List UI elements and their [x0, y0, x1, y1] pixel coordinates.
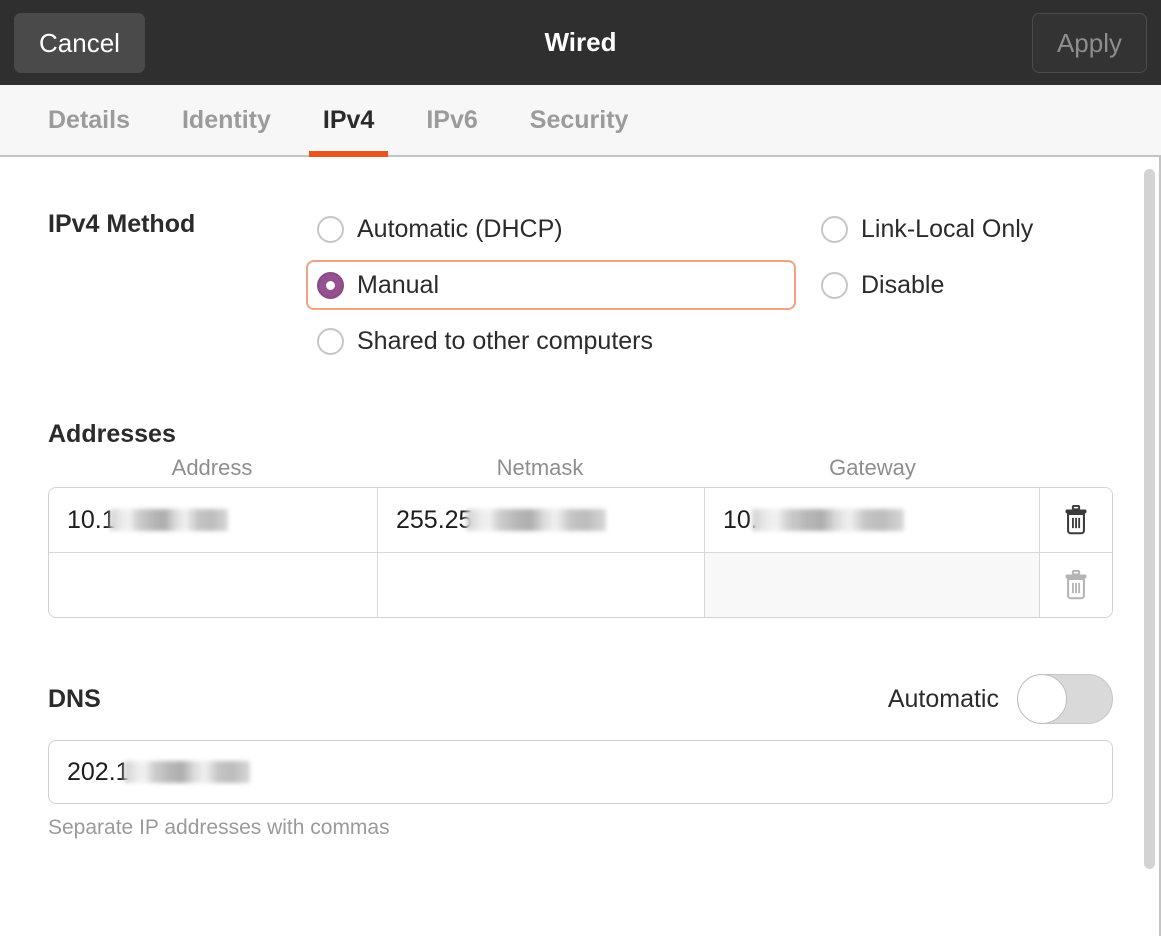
- column-header-gateway: Gateway: [829, 455, 916, 480]
- ipv4-method-section: IPv4 Method Automatic (DHCP) Manual Shar…: [48, 157, 1113, 372]
- addresses-section-title: Addresses: [48, 420, 176, 448]
- gateway-input-row-2[interactable]: [705, 553, 1040, 617]
- scrollbar-thumb[interactable]: [1144, 169, 1155, 869]
- radio-option-shared[interactable]: Shared to other computers: [306, 316, 664, 366]
- column-header-netmask: Netmask: [496, 455, 584, 480]
- header-bar: Cancel Wired Apply: [0, 0, 1161, 85]
- tab-ipv6[interactable]: IPv6: [400, 85, 503, 155]
- radio-label-disable: Disable: [861, 270, 945, 299]
- dns-section-title: DNS: [48, 684, 101, 713]
- tab-identity[interactable]: Identity: [156, 85, 297, 155]
- apply-button[interactable]: Apply: [1031, 12, 1147, 73]
- radio-option-disable[interactable]: Disable: [810, 260, 955, 310]
- dns-automatic-label: Automatic: [887, 684, 999, 713]
- table-row: 10.1 255.25 10.: [49, 488, 1112, 553]
- netmask-value-row-1: 255.25: [396, 505, 473, 534]
- radio-circle-icon: [317, 215, 344, 243]
- radio-label-manual: Manual: [357, 270, 439, 299]
- radio-circle-icon: [317, 327, 344, 355]
- cancel-button[interactable]: Cancel: [14, 12, 145, 73]
- radio-circle-selected-icon: [317, 271, 344, 299]
- dns-hint-text: Separate IP addresses with commas: [48, 816, 390, 839]
- radio-label-shared: Shared to other computers: [357, 326, 653, 355]
- netmask-input-row-1[interactable]: 255.25: [378, 488, 705, 552]
- address-input-row-2[interactable]: [49, 553, 378, 617]
- tab-details[interactable]: Details: [22, 85, 156, 155]
- dns-automatic-toggle[interactable]: [1017, 674, 1113, 724]
- dns-servers-value: 202.1: [67, 757, 130, 786]
- toggle-knob: [1017, 674, 1067, 724]
- address-value-row-1: 10.1: [67, 505, 116, 534]
- dns-section-header: DNS Automatic: [48, 674, 1113, 724]
- ipv4-settings-panel: IPv4 Method Automatic (DHCP) Manual Shar…: [0, 157, 1161, 936]
- column-header-address: Address: [171, 455, 253, 480]
- dns-servers-input[interactable]: 202.1: [48, 740, 1113, 804]
- radio-label-automatic-dhcp: Automatic (DHCP): [357, 214, 563, 243]
- addresses-column-headers: Address Netmask Gateway: [48, 455, 1113, 487]
- gateway-input-row-1[interactable]: 10.: [705, 488, 1040, 552]
- page-title: Wired: [544, 27, 617, 57]
- addresses-table: 10.1 255.25 10.: [48, 487, 1113, 618]
- radio-option-manual[interactable]: Manual: [306, 260, 796, 310]
- redaction-overlay: [109, 509, 228, 531]
- redaction-overlay: [751, 509, 904, 531]
- tab-security[interactable]: Security: [504, 85, 655, 155]
- netmask-input-row-2[interactable]: [378, 553, 705, 617]
- delete-address-button-row-2[interactable]: [1040, 553, 1112, 617]
- radio-circle-icon: [821, 271, 848, 299]
- tab-bar: Details Identity IPv4 IPv6 Security: [0, 85, 1161, 157]
- redaction-overlay: [466, 509, 607, 531]
- table-row: [49, 553, 1112, 617]
- trash-icon: [1065, 570, 1087, 600]
- trash-icon: [1065, 505, 1087, 535]
- ipv4-method-label: IPv4 Method: [48, 210, 196, 238]
- redaction-overlay: [123, 761, 250, 783]
- radio-option-automatic-dhcp[interactable]: Automatic (DHCP): [306, 204, 574, 254]
- vertical-scrollbar[interactable]: [1144, 169, 1155, 936]
- delete-address-button-row-1[interactable]: [1040, 488, 1112, 552]
- tab-ipv4[interactable]: IPv4: [297, 85, 400, 157]
- address-input-row-1[interactable]: 10.1: [49, 488, 378, 552]
- radio-circle-icon: [821, 215, 848, 243]
- radio-label-link-local-only: Link-Local Only: [861, 214, 1034, 243]
- dns-automatic-control: Automatic: [888, 674, 1113, 724]
- network-settings-dialog: Cancel Wired Apply Details Identity IPv4…: [0, 0, 1161, 936]
- radio-option-link-local-only[interactable]: Link-Local Only: [810, 204, 1044, 254]
